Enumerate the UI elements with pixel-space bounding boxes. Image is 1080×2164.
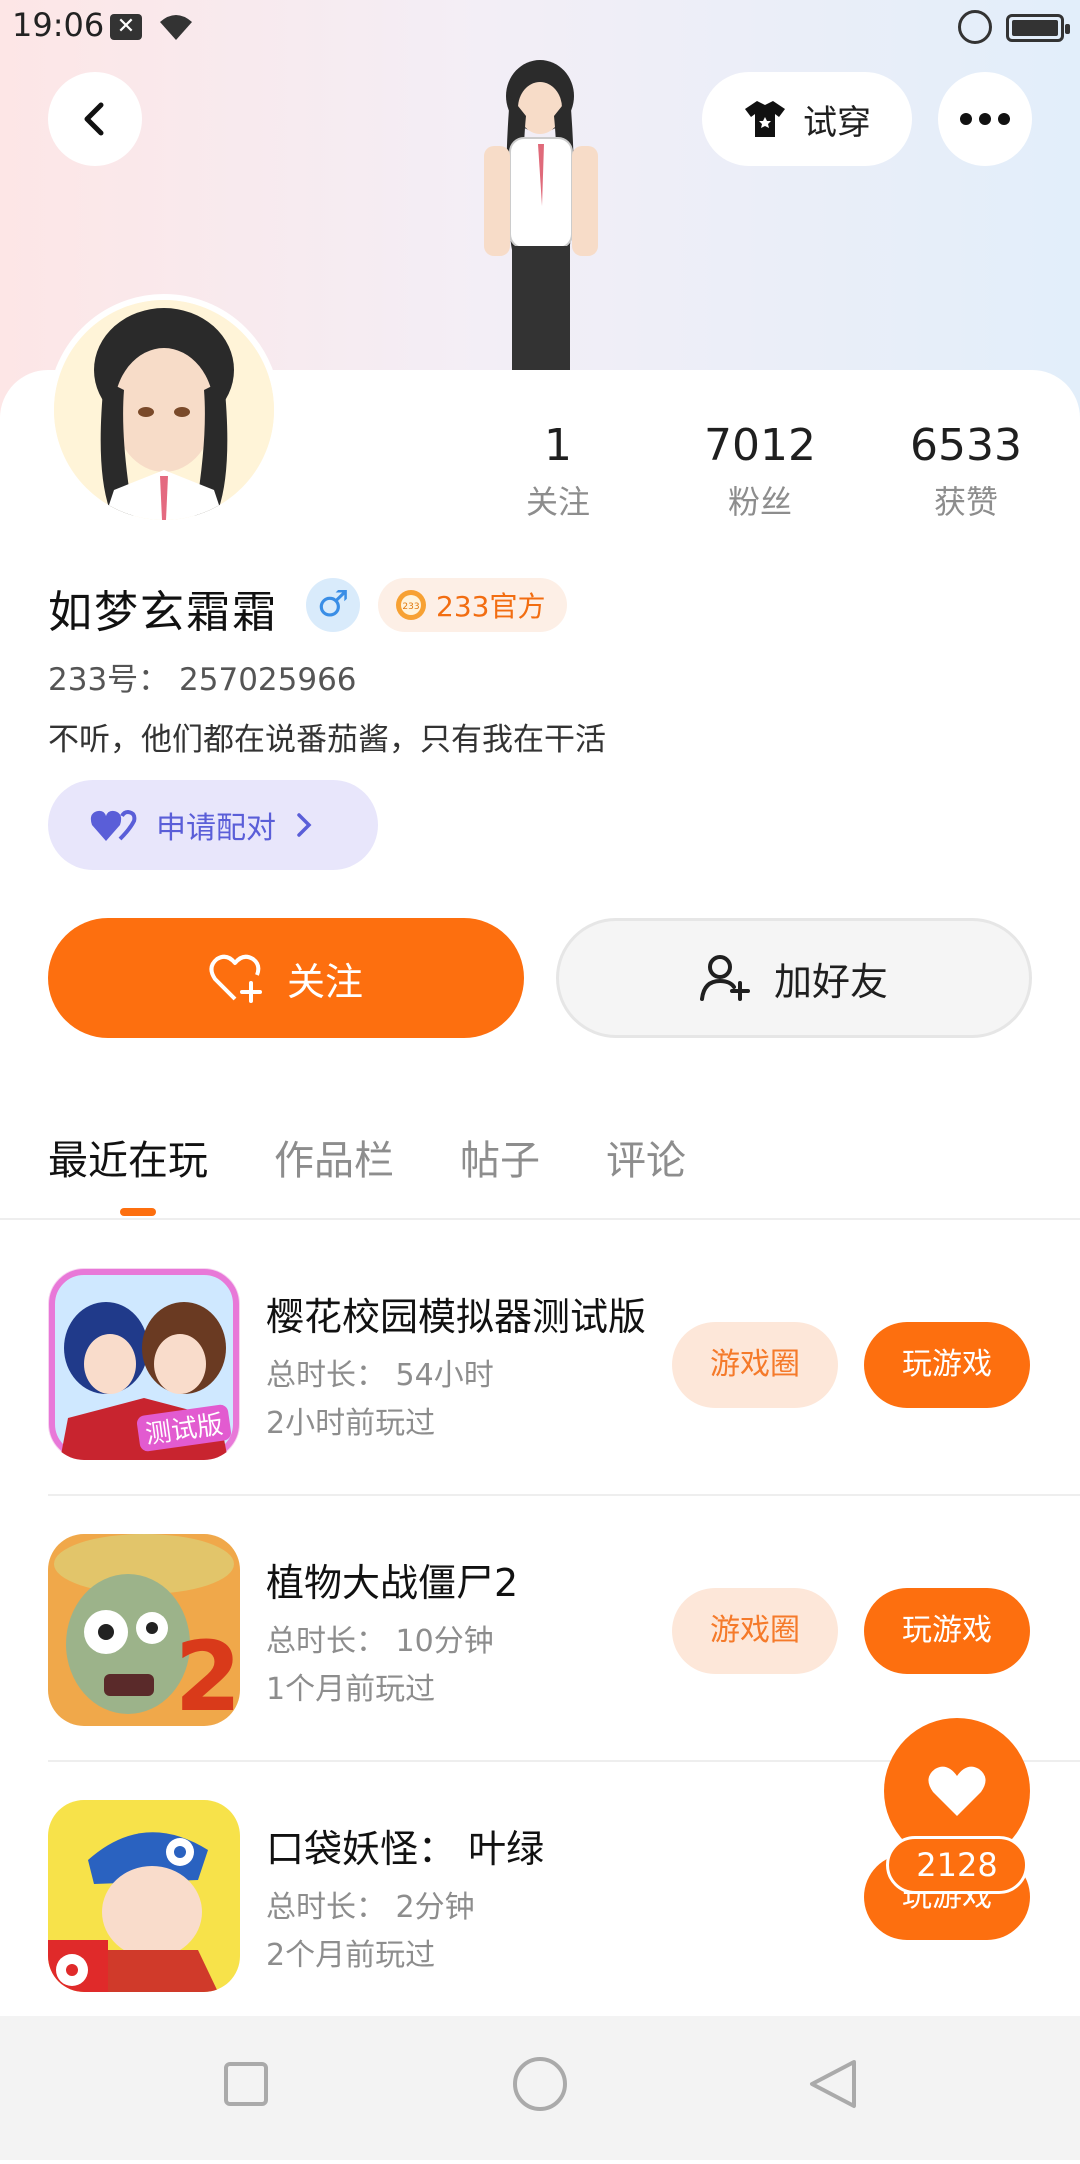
stat-following[interactable]: 1 关注 xyxy=(468,420,648,523)
tab-divider xyxy=(0,1218,1080,1220)
active-tab-indicator xyxy=(120,1208,156,1216)
game-duration: 总时长： 10分钟 xyxy=(266,1624,494,1659)
follow-button[interactable]: 关注 xyxy=(48,918,524,1038)
notification-icon: ✕ xyxy=(110,14,142,40)
more-options-button[interactable] xyxy=(938,72,1032,166)
tab-posts[interactable]: 帖子 xyxy=(460,1128,540,1188)
add-friend-button[interactable]: 加好友 xyxy=(556,918,1032,1038)
stat-following-label: 关注 xyxy=(525,483,590,521)
rotation-lock-icon xyxy=(958,10,992,44)
status-bar: 19:06 ✕ xyxy=(0,0,1080,56)
request-pairing-button[interactable]: 申请配对 xyxy=(48,780,378,870)
more-dots-icon xyxy=(960,113,1010,125)
game-icon-pokemon xyxy=(48,1800,240,1992)
battery-icon xyxy=(1006,14,1070,42)
game-last-played: 2个月前玩过 xyxy=(266,1938,436,1973)
tab-comments[interactable]: 评论 xyxy=(606,1128,686,1188)
home-icon[interactable] xyxy=(513,2057,567,2111)
game-row-sakura[interactable]: 测试版 樱花校园模拟器测试版 总时长： 54小时 2小时前玩过 游戏圈 玩游戏 xyxy=(48,1268,1048,1468)
heart-plus-icon xyxy=(209,954,262,1003)
stat-likes-value: 6533 xyxy=(910,420,1022,471)
game-title: 植物大战僵尸2 xyxy=(266,1561,519,1605)
try-on-button[interactable]: 试穿 xyxy=(702,72,912,166)
recent-apps-icon[interactable] xyxy=(224,2062,268,2106)
wifi-icon xyxy=(160,15,192,40)
game-row-pvz[interactable]: 2 植物大战僵尸2 总时长： 10分钟 1个月前玩过 游戏圈 玩游戏 xyxy=(48,1534,1048,1734)
user-name: 如梦玄霜霜 xyxy=(48,587,278,638)
game-last-played: 1个月前玩过 xyxy=(266,1672,436,1707)
official-badge-label: 233官方 xyxy=(436,590,546,623)
profile-tabs: 最近在玩 作品栏 帖子 评论 xyxy=(48,1128,686,1188)
stat-following-value: 1 xyxy=(544,420,572,471)
back-nav-icon[interactable] xyxy=(810,2060,856,2108)
game-circle-button[interactable]: 游戏圈 xyxy=(672,1322,838,1408)
double-heart-icon xyxy=(90,809,137,841)
official-badge[interactable]: 233 233官方 xyxy=(378,578,568,632)
game-title: 口袋妖怪： 叶绿 xyxy=(266,1827,545,1871)
follow-label: 关注 xyxy=(286,959,363,1004)
avatar-image xyxy=(54,300,274,520)
row-divider xyxy=(48,1494,1080,1496)
back-button[interactable] xyxy=(48,72,142,166)
game-circle-button[interactable]: 游戏圈 xyxy=(672,1588,838,1674)
game-icon-sakura: 测试版 xyxy=(48,1268,240,1460)
user-id: 233号： 257025966 xyxy=(48,662,357,698)
add-friend-label: 加好友 xyxy=(773,959,888,1004)
tshirt-icon xyxy=(745,101,785,137)
try-on-label: 试穿 xyxy=(803,102,871,143)
avatar-character xyxy=(484,60,598,376)
male-gender-icon: ♂ xyxy=(306,578,360,632)
game-icon-pvz: 2 xyxy=(48,1534,240,1726)
request-pairing-label: 申请配对 xyxy=(156,811,276,846)
tab-works[interactable]: 作品栏 xyxy=(274,1128,394,1188)
tab-recent-games[interactable]: 最近在玩 xyxy=(48,1128,208,1188)
stat-fans[interactable]: 7012 粉丝 xyxy=(670,420,850,523)
status-time: 19:06 xyxy=(12,6,105,44)
svg-text:2: 2 xyxy=(175,1621,240,1726)
user-avatar[interactable] xyxy=(48,294,280,526)
game-last-played: 2小时前玩过 xyxy=(266,1406,436,1441)
game-duration: 总时长： 54小时 xyxy=(266,1358,494,1393)
game-title: 樱花校园模拟器测试版 xyxy=(266,1295,647,1339)
stat-fans-label: 粉丝 xyxy=(727,483,792,521)
heart-icon xyxy=(928,1766,986,1816)
like-count-badge: 2128 xyxy=(886,1836,1028,1894)
stat-fans-value: 7012 xyxy=(704,420,816,471)
game-duration: 总时长： 2分钟 xyxy=(266,1890,475,1925)
svg-text:233: 233 xyxy=(402,602,419,612)
user-bio: 不听，他们都在说番茄酱，只有我在干活 xyxy=(48,722,606,758)
stat-likes[interactable]: 6533 获赞 xyxy=(876,420,1056,523)
play-game-button[interactable]: 玩游戏 xyxy=(864,1588,1030,1674)
add-user-icon xyxy=(699,955,750,1001)
chevron-right-icon xyxy=(297,813,312,837)
play-game-button[interactable]: 玩游戏 xyxy=(864,1322,1030,1408)
stat-likes-label: 获赞 xyxy=(933,483,998,521)
chevron-left-icon xyxy=(84,102,104,136)
system-navigation-bar xyxy=(0,2016,1080,2160)
official-233-icon: 233 xyxy=(396,590,426,620)
